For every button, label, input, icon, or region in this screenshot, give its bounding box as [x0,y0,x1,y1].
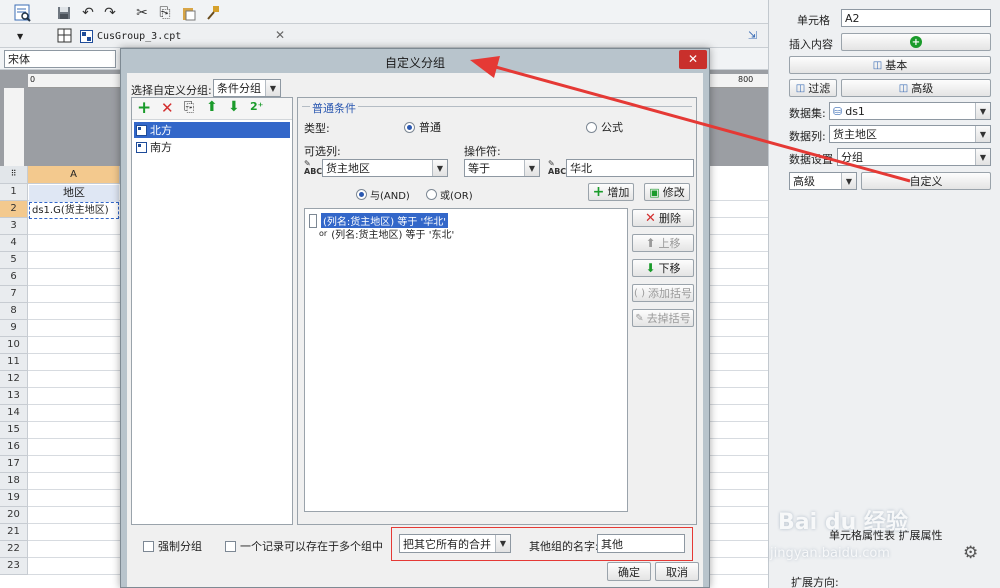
annotation-arrow-line [491,64,911,183]
annotation-arrow [470,56,911,183]
annotation-arrow-head [470,56,500,78]
